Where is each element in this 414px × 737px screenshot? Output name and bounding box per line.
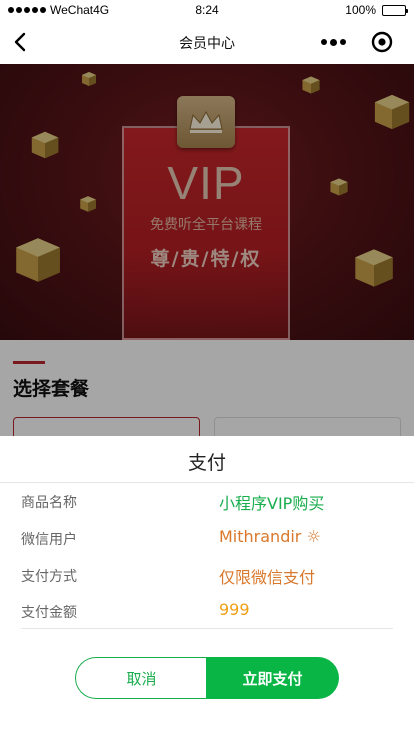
row-label: 商品名称 <box>21 495 77 511</box>
payment-row-amount: 支付金额 999 <box>21 594 393 630</box>
nav-bar: 会员中心 <box>0 20 414 64</box>
payment-row-product: 商品名称 小程序VIP购买 <box>21 484 393 520</box>
modal-mask[interactable] <box>0 64 414 436</box>
status-bar: WeChat4G 8:24 100% <box>0 0 414 20</box>
row-value: Mithrandir ☼ <box>219 527 321 546</box>
divider <box>21 628 393 629</box>
pay-now-button[interactable]: 立即支付 <box>206 657 339 699</box>
payment-sheet: 支付 商品名称 小程序VIP购买 微信用户 Mithrandir ☼ 支付方式 … <box>0 436 414 737</box>
divider <box>0 482 414 483</box>
row-label: 微信用户 <box>21 532 77 548</box>
battery-status: 100% <box>345 3 408 17</box>
battery-icon <box>382 4 408 16</box>
row-value: 仅限微信支付 <box>219 568 316 587</box>
mini-program-capsule <box>321 28 396 56</box>
payment-row-user: 微信用户 Mithrandir ☼ <box>21 521 393 557</box>
target-icon <box>371 31 393 53</box>
sheet-title: 支付 <box>187 452 226 474</box>
row-value: 999 <box>219 600 250 619</box>
more-button[interactable] <box>321 28 346 56</box>
row-label: 支付金额 <box>21 605 77 621</box>
row-value: 小程序VIP购买 <box>219 494 325 513</box>
payment-row-method: 支付方式 仅限微信支付 <box>21 558 393 594</box>
close-button[interactable] <box>368 28 396 56</box>
cancel-button[interactable]: 取消 <box>75 657 207 699</box>
row-label: 支付方式 <box>21 569 77 585</box>
battery-percent: 100% <box>345 3 376 17</box>
